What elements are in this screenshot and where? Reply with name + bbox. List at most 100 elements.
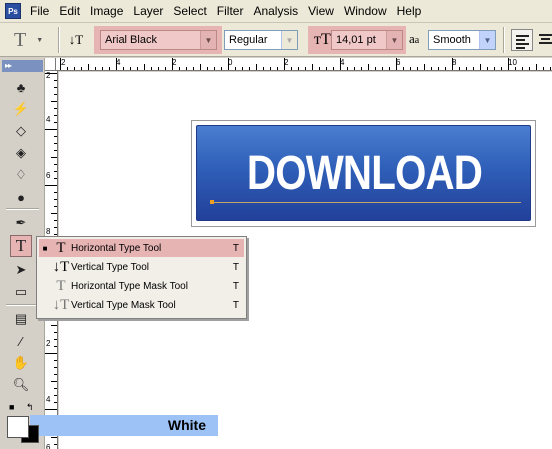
ruler-tick	[284, 58, 285, 70]
rectangle-tool-icon[interactable]: ▭	[10, 281, 32, 303]
font-style-select[interactable]: Regular ▼	[224, 30, 298, 50]
menu-image[interactable]: Image	[85, 0, 128, 23]
font-family-select[interactable]: Arial Black ▼	[100, 30, 217, 50]
ruler-label: 8	[46, 227, 51, 236]
align-left-text-button[interactable]	[511, 29, 533, 51]
ruler-tick	[375, 67, 376, 70]
ruler-tick	[45, 353, 57, 354]
ruler-label: 4	[46, 395, 51, 404]
ruler-tick	[221, 67, 222, 70]
type-tool-button[interactable]: T	[10, 235, 32, 257]
zoom-tool-icon[interactable]: 🔍︎	[10, 374, 32, 396]
anti-alias-icon: aa	[409, 31, 419, 47]
swap-colors-icon[interactable]: ↰	[26, 402, 34, 413]
ruler-tick	[410, 67, 411, 70]
ruler-tick	[473, 67, 474, 70]
text-anchor-point[interactable]	[210, 200, 214, 204]
pen-tool-icon[interactable]: ✒	[10, 212, 32, 234]
vertical-type-mask-icon: ↓T	[52, 297, 70, 313]
ruler-tick	[45, 185, 57, 186]
ruler-tick	[51, 101, 57, 102]
blur-tool-icon[interactable]: ♢	[10, 164, 32, 186]
ruler-tick	[417, 67, 418, 70]
clone-stamp-tool-icon[interactable]: ♣	[10, 76, 32, 98]
color-name-label: White	[167, 417, 206, 433]
ruler-tick	[54, 199, 57, 200]
menu-select[interactable]: Select	[168, 0, 211, 23]
ruler-tick	[361, 67, 362, 70]
path-selection-tool-icon[interactable]: ➤	[10, 259, 32, 281]
ruler-tick	[144, 64, 145, 70]
menu-item-label: Vertical Type Tool	[71, 261, 150, 273]
ruler-tick	[277, 67, 278, 70]
align-center-text-button[interactable]	[535, 29, 552, 51]
ruler-label: 6	[46, 443, 51, 449]
photoshop-logo-icon: Ps	[5, 3, 21, 19]
ruler-tick	[165, 67, 166, 70]
ruler-tick	[354, 67, 355, 70]
ruler-tick	[109, 67, 110, 70]
history-brush-tool-icon[interactable]: ⚡	[10, 98, 32, 120]
download-text-layer[interactable]: DOWNLOAD	[224, 148, 505, 200]
hand-tool-icon[interactable]: ✋	[10, 352, 32, 374]
default-colors-icon[interactable]: ■	[9, 402, 14, 412]
toolbox-grip-icon[interactable]: ▸▸	[2, 60, 43, 72]
ruler-tick	[214, 67, 215, 70]
notes-tool-icon[interactable]: ▤	[10, 308, 32, 330]
ruler-tick	[501, 67, 502, 70]
ruler-tick	[54, 395, 57, 396]
ruler-tick	[347, 67, 348, 70]
menu-file[interactable]: File	[25, 0, 54, 23]
ruler-tick	[45, 129, 57, 130]
ruler-tick	[431, 67, 432, 70]
ruler-tick	[256, 64, 257, 70]
chevron-down-icon[interactable]: ▼	[386, 31, 402, 49]
download-button-graphic[interactable]: DOWNLOAD	[196, 125, 531, 221]
ruler-tick	[54, 143, 57, 144]
menu-view[interactable]: View	[303, 0, 339, 23]
align-center-icon	[539, 34, 552, 46]
eyedropper-tool-icon[interactable]: ⁄	[10, 330, 32, 352]
anti-alias-icon-small-a: a	[414, 35, 420, 46]
menu-layer[interactable]: Layer	[128, 0, 168, 23]
align-left-icon	[516, 35, 529, 51]
foreground-color-swatch[interactable]	[7, 416, 29, 438]
dodge-tool-icon[interactable]: ●	[10, 186, 32, 208]
options-bar: T ▼ ↓T Arial Black ▼ Regular ▼ ᴛT 14,01 …	[0, 23, 552, 57]
menu-item-horizontal-type-mask-tool[interactable]: T Horizontal Type Mask Tool T	[39, 277, 244, 295]
menu-item-vertical-type-mask-tool[interactable]: ↓T Vertical Type Mask Tool T	[39, 296, 244, 314]
menu-filter[interactable]: Filter	[212, 0, 249, 23]
chevron-down-icon[interactable]: ▼	[479, 31, 495, 49]
divider	[58, 27, 60, 53]
ruler-tick	[54, 150, 57, 151]
menu-item-horizontal-type-tool[interactable]: ■ T Horizontal Type Tool T	[39, 239, 244, 257]
menu-analysis[interactable]: Analysis	[248, 0, 303, 23]
chevron-down-icon[interactable]: ▼	[281, 31, 297, 49]
ruler-tick	[424, 64, 425, 70]
toolbox-divider	[6, 208, 39, 210]
anti-alias-select[interactable]: Smooth ▼	[428, 30, 496, 50]
menu-help[interactable]: Help	[392, 0, 427, 23]
menu-edit[interactable]: Edit	[54, 0, 85, 23]
eraser-tool-icon[interactable]: ◇	[10, 120, 32, 142]
font-size-input[interactable]: 14,01 pt ▼	[331, 30, 403, 50]
ruler-tick	[54, 388, 57, 389]
ruler-label: 10	[508, 58, 517, 67]
ruler-tick	[515, 67, 516, 70]
menu-item-label: Horizontal Type Mask Tool	[71, 280, 188, 292]
ruler-tick	[263, 67, 264, 70]
ruler-tick	[54, 227, 57, 228]
paint-bucket-tool-icon[interactable]: ◈	[10, 142, 32, 164]
menu-window[interactable]: Window	[339, 0, 392, 23]
chevron-down-icon[interactable]: ▼	[200, 31, 216, 49]
ruler-tick	[326, 67, 327, 70]
tool-preset-picker[interactable]: T ▼	[8, 28, 52, 52]
ruler-tick	[396, 58, 397, 70]
text-orientation-toggle-icon[interactable]: ↓T	[66, 30, 86, 50]
ruler-tick	[529, 67, 530, 70]
ruler-origin[interactable]	[45, 58, 56, 71]
ruler-label: 4	[46, 115, 51, 124]
ruler-tick	[508, 58, 509, 70]
ruler-tick	[368, 64, 369, 70]
menu-item-vertical-type-tool[interactable]: ↓T Vertical Type Tool T	[39, 258, 244, 276]
